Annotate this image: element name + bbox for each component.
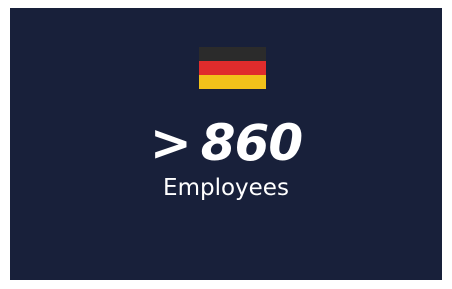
employee-count: >860 bbox=[10, 111, 442, 175]
germany-flag-icon bbox=[199, 47, 266, 89]
greater-than-symbol: > bbox=[149, 114, 192, 172]
employee-count-label: Employees bbox=[163, 175, 289, 201]
flag-stripe-red bbox=[199, 61, 266, 75]
flag-stripe-gold bbox=[199, 75, 266, 89]
employee-count-value: 860 bbox=[200, 114, 303, 172]
flag-stripe-black bbox=[199, 47, 266, 61]
employee-stat-card: >860 Employees bbox=[10, 8, 442, 280]
